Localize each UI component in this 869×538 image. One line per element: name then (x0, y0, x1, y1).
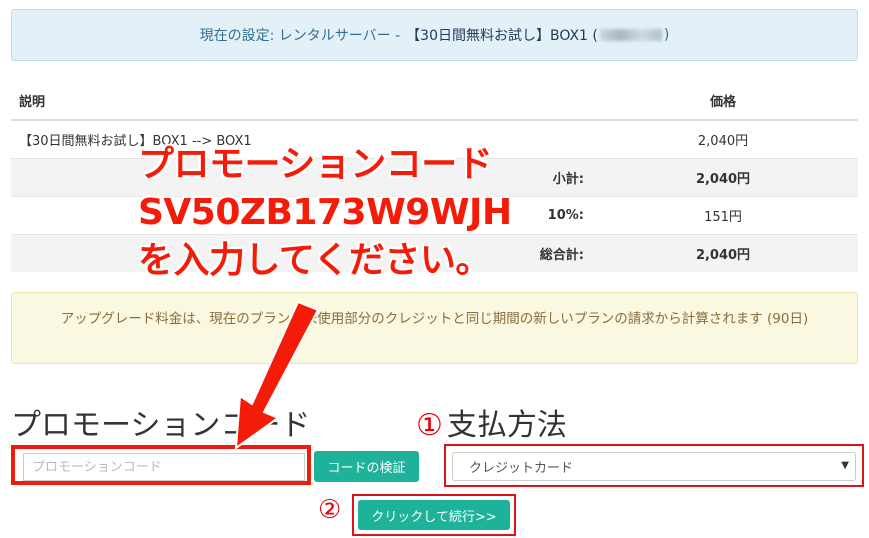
payment-highlight-frame: クレジットカード ▼ (444, 444, 864, 487)
subtotal-value: 2,040円 (588, 157, 858, 196)
verify-code-button[interactable]: コードの検証 (314, 451, 419, 482)
annotation-arrow-icon (234, 300, 320, 450)
item-price: 2,040円 (588, 119, 858, 158)
tax-value: 151円 (588, 195, 858, 234)
upgrade-notice: アップグレード料金は、現在のプランの未使用部分のクレジットと同じ期間の新しいプラ… (11, 292, 858, 364)
payment-method-title: ① 支払方法 (416, 400, 567, 444)
step-2-marker: ② (318, 495, 342, 525)
redacted-domain (599, 29, 662, 41)
payment-method-select[interactable]: クレジットカード ▼ (452, 452, 856, 481)
table-header-row: 説明 価格 (11, 82, 858, 121)
continue-button[interactable]: クリックして続行>> (358, 500, 510, 530)
promo-annotation-text: プロモーションコード SV50ZB173W9WJH を入力してください。 (138, 138, 512, 282)
annotation-line-1: プロモーションコード (138, 144, 493, 185)
continue-highlight-frame: クリックして続行>> (352, 494, 516, 536)
settings-suffix: ) (663, 27, 670, 43)
column-header-description: 説明 (11, 82, 588, 121)
total-value: 2,040円 (588, 233, 858, 272)
annotation-line-2: SV50ZB173W9WJH (138, 192, 512, 233)
settings-prefix: 現在の設定: レンタルサーバー - (199, 28, 401, 44)
promo-code-input[interactable] (23, 453, 305, 481)
current-settings-alert: 現在の設定: レンタルサーバー - 【30日間無料お試し】BOX1 ( ) (11, 9, 858, 61)
settings-plan: 【30日間無料お試し】BOX1 ( (406, 28, 598, 44)
dropdown-caret-icon: ▼ (841, 460, 849, 471)
step-1-marker: ① (416, 408, 443, 443)
payment-method-value: クレジットカード (469, 461, 574, 476)
annotation-line-3: を入力してください。 (138, 240, 491, 281)
promo-highlight-frame (11, 445, 311, 485)
payment-method-label: 支払方法 (446, 408, 567, 443)
column-header-price: 価格 (588, 82, 858, 121)
